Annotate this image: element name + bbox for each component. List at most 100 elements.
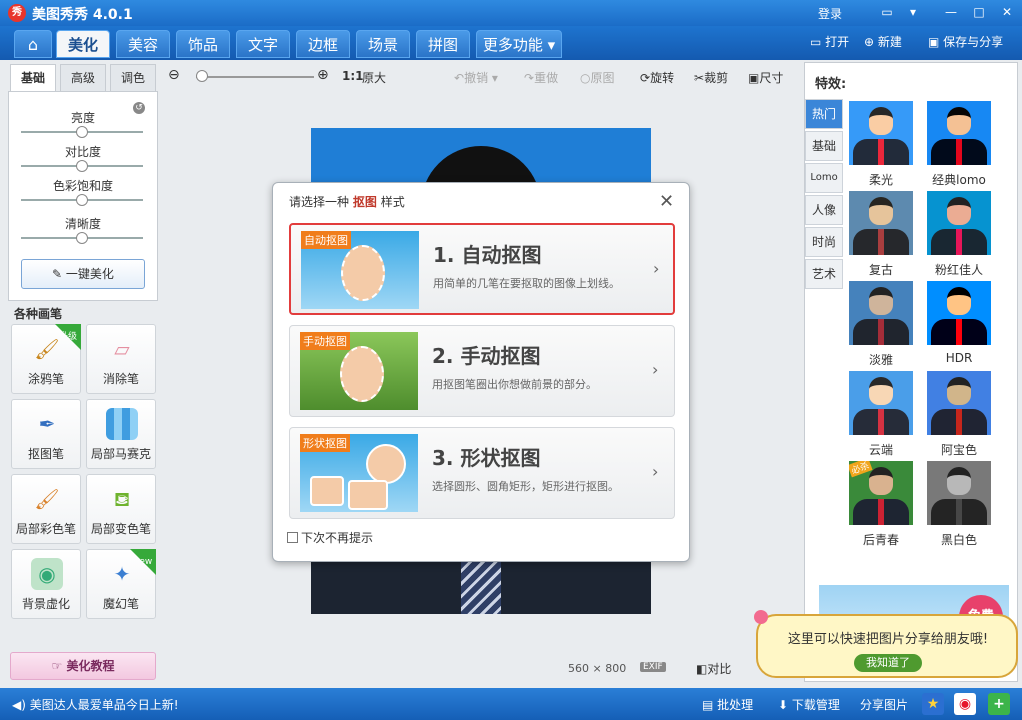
tutorial-button[interactable]: ☞ 美化教程 [10,652,156,680]
dropdown-icon[interactable]: ▾ [904,3,922,21]
effect-pink-lady[interactable] [927,191,991,255]
minimize-icon[interactable]: — [942,3,960,21]
effect-cloud[interactable] [849,371,913,435]
login-link[interactable]: 登录 [818,5,842,22]
mosaic-icon [106,408,138,440]
auto-cutout-option[interactable]: 自动抠图 1. 自动抠图 用简单的几笔在要抠取的图像上划线。 › [289,223,675,315]
tab-beautify[interactable]: 美化 [56,30,110,58]
dont-show-again-checkbox[interactable]: 下次不再提示 [287,529,373,546]
one-key-beautify-button[interactable]: ✎ 一键美化 [21,259,145,289]
option-tag: 形状抠图 [300,434,350,452]
open-button[interactable]: ▭ 打开 [810,33,849,50]
sharpness-knob[interactable] [76,232,88,244]
brush-label: 局部马赛克 [90,447,151,461]
rect-shape-thumbnail [310,476,344,506]
left-panel: 基础 高级 调色 ↺ 亮度 对比度 色彩饱和度 清晰度 ✎ 一键美化 各种画笔 … [8,62,158,682]
tab-text[interactable]: 文字 [236,30,290,58]
brightness-knob[interactable] [76,126,88,138]
save-share-button[interactable]: ▣ 保存与分享 [928,33,1003,50]
exif-button[interactable]: EXIF [640,662,666,672]
contrast-label: 对比度 [64,145,101,159]
tab-frame[interactable]: 边框 [296,30,350,58]
message-icon[interactable]: ▭ [878,3,896,21]
undo-button[interactable]: ↶撤销 ▾ [454,69,498,86]
zoom-slider-track[interactable] [196,76,314,78]
qzone-star-icon[interactable]: ★ [922,693,944,715]
tab-home[interactable]: ⌂ [14,30,52,58]
tab-collage[interactable]: 拼图 [416,30,470,58]
new-button[interactable]: ⊕ 新建 [864,33,902,50]
saturation-knob[interactable] [76,194,88,206]
eraser-brush-button[interactable]: ▱ 消除笔 [86,324,156,394]
tab-retouch[interactable]: 美容 [116,30,170,58]
effect-classic-lomo[interactable] [927,101,991,165]
effect-youth[interactable]: 必杀 [849,461,913,525]
magic-brush-button[interactable]: ✦ 魔幻笔 new [86,549,156,619]
effect-abao[interactable] [927,371,991,435]
zoom-in-icon[interactable]: ⊕ [317,67,329,83]
mosaic-brush-button[interactable]: 局部马赛克 [86,399,156,469]
contrast-knob[interactable] [76,160,88,172]
close-icon[interactable]: ✕ [998,3,1016,21]
effect-retro[interactable] [849,191,913,255]
recolor-brush-button[interactable]: ⛾ 局部变色笔 [86,474,156,544]
effect-black-white[interactable] [927,461,991,525]
shape-cutout-option[interactable]: 形状抠图 3. 形状抠图 选择圆形、圆角矩形，矩形进行抠图。 › [289,427,675,519]
tab-accessories[interactable]: 饰品 [176,30,230,58]
weibo-icon[interactable]: ◉ [954,693,976,715]
crop-label: 裁剪 [704,71,729,85]
effect-elegant[interactable] [849,281,913,345]
app-logo-icon: 秀 [8,4,26,22]
compare-button[interactable]: ◧对比 [696,660,731,677]
subtab-color[interactable]: 调色 [110,64,156,92]
zoom-out-icon[interactable]: ⊖ [168,67,180,83]
download-manager-button[interactable]: ⬇ 下载管理 [778,696,840,713]
tab-scene[interactable]: 场景 [356,30,410,58]
crop-button[interactable]: ✂裁剪 [694,69,728,86]
zoom-slider-knob[interactable] [195,70,208,82]
tab-more[interactable]: 更多功能 ▾ [476,30,562,58]
chevron-right-icon: › [652,462,659,481]
manual-cutout-option[interactable]: 手动抠图 2. 手动抠图 用抠图笔圈出你想做前景的部分。 › [289,325,675,417]
category-lomo[interactable]: Lomo [805,163,843,193]
add-share-icon[interactable]: + [988,693,1010,715]
hand-icon: ☞ [51,659,67,673]
dialog-close-icon[interactable]: ✕ [659,191,674,212]
share-tip-bubble: 这里可以快速把图片分享给朋友哦! 我知道了 [754,610,1018,678]
effect-label: 复古 [868,263,893,277]
original-button[interactable]: ○原图 [580,69,615,86]
original-icon: ○ [580,71,591,85]
redo-button[interactable]: ↷重做 [524,69,558,86]
rotate-button[interactable]: ⟳旋转 [640,69,674,86]
batch-button[interactable]: ▤ 批处理 [702,696,753,713]
download-label: 下载管理 [791,698,840,712]
doodle-brush-button[interactable]: 🖌 涂鸦笔 升级 [11,324,81,394]
got-it-button[interactable]: 我知道了 [854,654,922,672]
undo-icon: ↶ [454,71,465,85]
category-art[interactable]: 艺术 [805,259,843,289]
dialog-title-highlight: 抠图 [352,195,377,209]
speaker-icon: ◀) [12,698,30,712]
resize-button[interactable]: ▣尺寸 [748,69,783,86]
original-size-button[interactable]: 原大 [362,69,386,86]
cutout-brush-button[interactable]: ✒ 抠图笔 [11,399,81,469]
ratio-label[interactable]: 1:1 [342,69,364,83]
effect-hdr[interactable] [927,281,991,345]
subtab-advanced[interactable]: 高级 [60,64,106,92]
category-hot[interactable]: 热门 [805,99,843,129]
download-icon: ⬇ [778,698,792,712]
batch-icon: ▤ [702,698,718,712]
category-portrait[interactable]: 人像 [805,195,843,225]
effect-label: 经典lomo [932,173,986,187]
effect-soft-light[interactable] [849,101,913,165]
manual-cutout-thumbnail: 手动抠图 [300,332,418,410]
color-brush-button[interactable]: 🖌 局部彩色笔 [11,474,81,544]
background-blur-button[interactable]: ◉ 背景虚化 [11,549,81,619]
category-fashion[interactable]: 时尚 [805,227,843,257]
subtab-basic[interactable]: 基础 [10,64,56,92]
category-basic[interactable]: 基础 [805,131,843,161]
status-news-link[interactable]: ◀) 美图达人最爱单品今日上新! [12,696,179,713]
auto-cutout-thumbnail: 自动抠图 [301,231,419,309]
dialog-title-pre: 请选择一种 [289,195,350,209]
maximize-icon[interactable]: □ [970,3,988,21]
